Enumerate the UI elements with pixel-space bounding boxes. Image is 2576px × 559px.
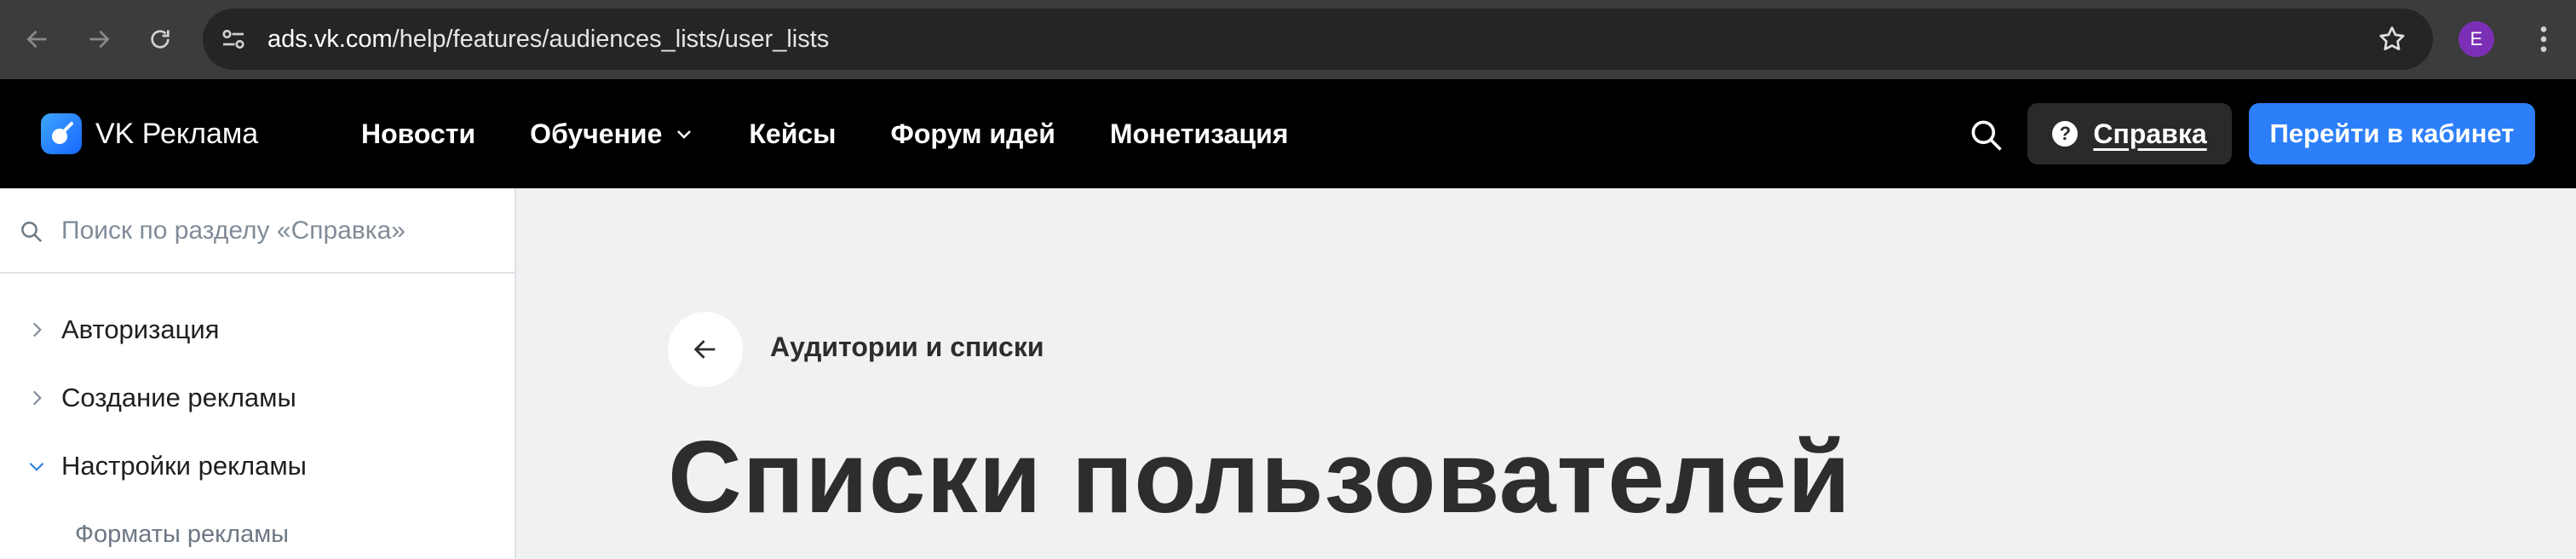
- question-icon: ?: [2052, 121, 2079, 147]
- help-sidebar: Поиск по разделу «Справка» Авторизация С…: [0, 188, 516, 559]
- back-button[interactable]: [668, 312, 743, 387]
- nav-item-cases[interactable]: Кейсы: [749, 118, 836, 150]
- vk-logo-icon: [41, 113, 82, 154]
- url-text[interactable]: ads.vk.com/help/features/audiences_lists…: [267, 9, 829, 70]
- nav-item-learning-label: Обучение: [530, 118, 663, 149]
- arrow-left-icon: [693, 340, 716, 359]
- site-header: VK Реклама Новости Обучение Кейсы Форум …: [0, 79, 2576, 188]
- nav-item-ideas-forum[interactable]: Форум идей: [891, 118, 1055, 150]
- nav-item-news[interactable]: Новости: [361, 118, 475, 150]
- chevron-down-icon: [29, 462, 44, 471]
- address-bar[interactable]: ads.vk.com/help/features/audiences_lists…: [203, 9, 2433, 70]
- search-icon: [21, 222, 43, 243]
- chevron-down-icon: [677, 130, 692, 139]
- chevron-right-icon: [32, 322, 42, 337]
- main-content: Аудитории и списки Списки пользователей: [518, 188, 2576, 559]
- vk-ads-logo[interactable]: VK Реклама: [41, 113, 258, 154]
- reload-icon[interactable]: [141, 20, 179, 58]
- page-title: Списки пользователей: [668, 420, 1852, 534]
- forward-arrow-icon[interactable]: [80, 20, 118, 58]
- sidebar-item-label: Настройки рекламы: [61, 451, 307, 481]
- bookmark-star-icon[interactable]: [2377, 24, 2407, 55]
- nav-item-learning[interactable]: Обучение: [530, 118, 694, 150]
- sidebar-item-ad-settings[interactable]: Настройки рекламы: [0, 432, 515, 500]
- search-icon[interactable]: [1968, 117, 2005, 154]
- help-button-label: Справка: [2093, 118, 2207, 149]
- help-button[interactable]: ? Справка: [2027, 103, 2232, 164]
- browser-menu-icon[interactable]: [2527, 22, 2561, 56]
- sidebar-search-input[interactable]: Поиск по разделу «Справка»: [0, 188, 515, 274]
- sidebar-item-label: Авторизация: [61, 314, 220, 344]
- profile-avatar[interactable]: E: [2458, 21, 2494, 57]
- sidebar-item-authorization[interactable]: Авторизация: [0, 296, 515, 364]
- browser-toolbar: ads.vk.com/help/features/audiences_lists…: [0, 0, 2576, 79]
- main-nav: Новости Обучение Кейсы Форум идей Монети…: [361, 79, 1343, 188]
- back-arrow-icon[interactable]: [19, 20, 56, 58]
- sidebar-item-label: Создание рекламы: [61, 383, 296, 412]
- logo-text: VK Реклама: [95, 117, 259, 150]
- sidebar-item-ad-creation[interactable]: Создание рекламы: [0, 364, 515, 432]
- search-placeholder: Поиск по разделу «Справка»: [61, 216, 405, 245]
- chevron-right-icon: [32, 390, 42, 406]
- sidebar-subitem-ad-formats[interactable]: Форматы рекламы: [75, 521, 289, 549]
- breadcrumb[interactable]: Аудитории и списки: [770, 331, 1044, 363]
- nav-item-monetization[interactable]: Монетизация: [1110, 118, 1289, 150]
- url-host: ads.vk.com: [267, 26, 393, 53]
- go-to-cabinet-button[interactable]: Перейти в кабинет: [2249, 103, 2535, 164]
- url-path: /help/features/audiences_lists/user_list…: [392, 26, 830, 53]
- site-settings-icon[interactable]: [218, 24, 249, 55]
